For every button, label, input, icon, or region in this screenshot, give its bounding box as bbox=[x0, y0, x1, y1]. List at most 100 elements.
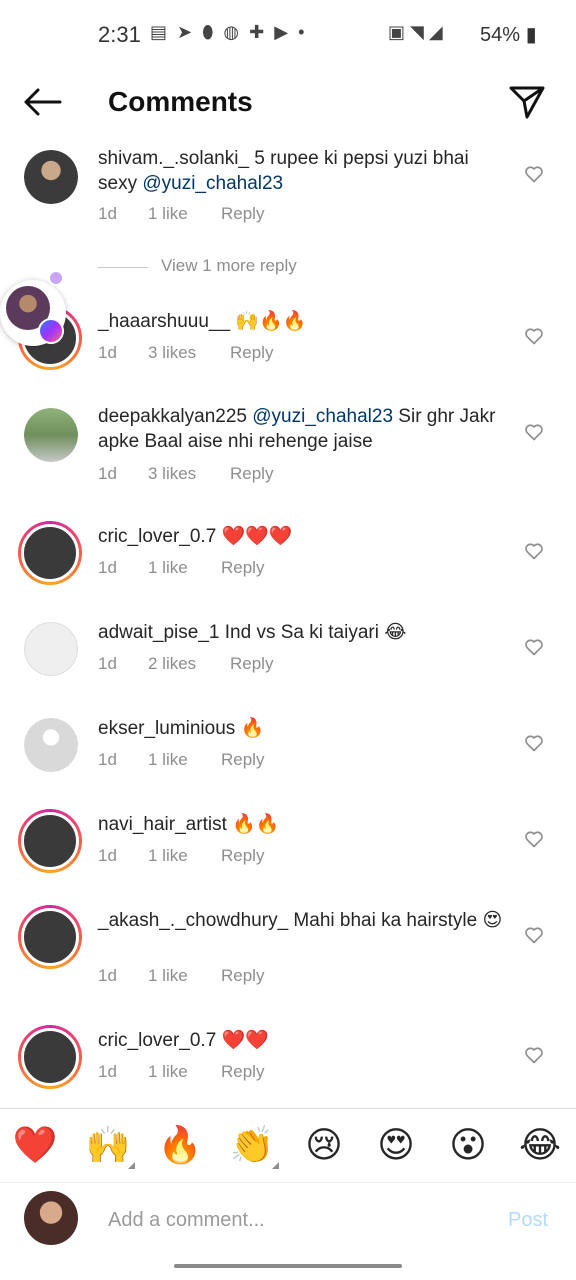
heart-icon[interactable] bbox=[524, 164, 544, 184]
battery-icon: ▮ bbox=[525, 24, 537, 46]
header: Comments bbox=[0, 70, 576, 134]
back-arrow-icon[interactable] bbox=[22, 86, 62, 118]
crying-emoji[interactable]: 😢 bbox=[301, 1123, 347, 1169]
like-count[interactable]: 1 like bbox=[148, 204, 188, 224]
status-bar: 2:31 ▤➤⬮◍✚▶• ▣ ◥ ◢ 54% ▮ bbox=[0, 0, 576, 70]
fire-emoji[interactable]: 🔥 bbox=[157, 1123, 203, 1169]
comment-time: 1d bbox=[98, 750, 117, 769]
heart-eyes-emoji[interactable]: 😍 bbox=[373, 1123, 419, 1169]
comment-time: 1d bbox=[98, 654, 117, 673]
reply-button[interactable]: Reply bbox=[230, 464, 273, 484]
comment-time: 1d bbox=[98, 1062, 117, 1081]
my-avatar bbox=[24, 1191, 78, 1245]
mention-link[interactable]: @yuzi_chahal23 bbox=[252, 406, 393, 427]
swiggy-icon: ⬮ bbox=[202, 22, 224, 42]
like-count[interactable]: 3 likes bbox=[148, 464, 196, 484]
clap-emoji[interactable]: 👏 bbox=[229, 1123, 279, 1169]
add-contact-icon: ✚ bbox=[249, 22, 275, 42]
reply-button[interactable]: Reply bbox=[221, 204, 264, 224]
reply-button[interactable]: Reply bbox=[221, 1062, 264, 1082]
comment-text: cric_lover_0.7 ❤️❤️ bbox=[98, 1030, 269, 1051]
send-icon[interactable] bbox=[508, 84, 546, 120]
reply-button[interactable]: Reply bbox=[221, 750, 264, 770]
heart-emoji[interactable]: ❤️ bbox=[12, 1123, 58, 1169]
comment-text: shivam._.solanki_ 5 rupee ki pepsi yuzi … bbox=[98, 148, 469, 194]
mention-link[interactable]: @yuzi_chahal23 bbox=[142, 173, 283, 194]
reply-button[interactable]: Reply bbox=[221, 966, 264, 986]
avatar[interactable] bbox=[24, 718, 78, 772]
heart-icon[interactable] bbox=[524, 326, 544, 346]
post-button[interactable]: Post bbox=[508, 1209, 548, 1232]
reply-button[interactable]: Reply bbox=[221, 846, 264, 866]
heart-icon[interactable] bbox=[524, 541, 544, 561]
divider-line bbox=[98, 267, 148, 268]
comment-text: navi_hair_artist 🔥🔥 bbox=[98, 814, 280, 835]
like-count[interactable]: 1 like bbox=[148, 1062, 188, 1082]
raised-hands-emoji[interactable]: 🙌 bbox=[85, 1123, 135, 1169]
connectivity-icons: ▣ ◥ ◢ bbox=[388, 22, 443, 43]
like-count[interactable]: 3 likes bbox=[148, 343, 196, 363]
wifi-icon: ◥ bbox=[410, 22, 424, 42]
app-icon: ◍ bbox=[223, 22, 250, 42]
comment-username[interactable]: shivam._.solanki_ bbox=[98, 148, 249, 169]
avatar[interactable] bbox=[18, 521, 82, 585]
notification-icons: ▤➤⬮◍✚▶• bbox=[150, 22, 314, 43]
comment-username[interactable]: _akash_._chowdhury_ bbox=[98, 910, 288, 931]
comment-text: cric_lover_0.7 ❤️❤️❤️ bbox=[98, 526, 293, 547]
like-count[interactable]: 1 like bbox=[148, 558, 188, 578]
heart-icon[interactable] bbox=[524, 422, 544, 442]
comment-text: adwait_pise_1 Ind vs Sa ki taiyari 😂 bbox=[98, 622, 407, 643]
avatar[interactable] bbox=[24, 622, 78, 676]
reply-button[interactable]: Reply bbox=[230, 343, 273, 363]
comments-list[interactable]: shivam._.solanki_ 5 rupee ki pepsi yuzi … bbox=[0, 138, 576, 1108]
notification-dot bbox=[48, 270, 64, 286]
battery-level: 54% ▮ bbox=[480, 24, 537, 46]
heart-icon[interactable] bbox=[524, 1045, 544, 1065]
comment-username[interactable]: deepakkalyan225 bbox=[98, 406, 247, 427]
telegram-icon: ➤ bbox=[177, 22, 203, 42]
comment-username[interactable]: adwait_pise_1 bbox=[98, 622, 219, 643]
like-count[interactable]: 1 like bbox=[148, 750, 188, 770]
comment-input[interactable] bbox=[108, 1205, 488, 1235]
reply-button[interactable]: Reply bbox=[230, 654, 273, 674]
heart-icon[interactable] bbox=[524, 637, 544, 657]
comment-text: ekser_luminious 🔥 bbox=[98, 718, 265, 739]
like-count[interactable]: 1 like bbox=[148, 846, 188, 866]
dot-icon: • bbox=[298, 22, 315, 42]
comment-username[interactable]: ekser_luminious bbox=[98, 718, 235, 739]
signal-icon: ◢ bbox=[428, 22, 443, 42]
avatar[interactable] bbox=[18, 1025, 82, 1089]
news-icon: ▤ bbox=[150, 22, 178, 42]
messenger-icon bbox=[38, 318, 64, 344]
heart-icon[interactable] bbox=[524, 829, 544, 849]
heart-icon[interactable] bbox=[524, 733, 544, 753]
page-title: Comments bbox=[108, 86, 253, 117]
avatar[interactable] bbox=[24, 408, 78, 462]
like-count[interactable]: 2 likes bbox=[148, 654, 196, 674]
like-count[interactable]: 1 like bbox=[148, 966, 188, 986]
comment-username[interactable]: _haaarshuuu__ bbox=[98, 311, 230, 332]
chat-head-bubble[interactable] bbox=[0, 270, 76, 350]
comment-text: deepakkalyan225 @yuzi_chahal23 Sir ghr J… bbox=[98, 406, 496, 452]
heart-icon[interactable] bbox=[524, 925, 544, 945]
laughing-emoji[interactable]: 😂 bbox=[517, 1123, 563, 1169]
comment-username[interactable]: navi_hair_artist bbox=[98, 814, 227, 835]
comment-text: _haaarshuuu__ 🙌🔥🔥 bbox=[98, 311, 307, 332]
comment-composer: Post bbox=[0, 1182, 576, 1258]
comment-time: 1d bbox=[98, 464, 117, 483]
comment-username[interactable]: cric_lover_0.7 bbox=[98, 1030, 216, 1051]
avatar[interactable] bbox=[18, 905, 82, 969]
avatar[interactable] bbox=[24, 150, 78, 204]
comment-time: 1d bbox=[98, 966, 117, 985]
volte-icon: ▣ bbox=[388, 22, 406, 42]
comment-username[interactable]: cric_lover_0.7 bbox=[98, 526, 216, 547]
comment-time: 1d bbox=[98, 204, 117, 223]
comment-time: 1d bbox=[98, 846, 117, 865]
avatar[interactable] bbox=[18, 809, 82, 873]
emoji-quick-bar: ❤️ 🙌 🔥 👏 😢 😍 😮 😂 bbox=[0, 1108, 576, 1182]
home-indicator[interactable] bbox=[174, 1264, 402, 1268]
youtube-icon: ▶ bbox=[274, 22, 299, 42]
reply-button[interactable]: Reply bbox=[221, 558, 264, 578]
surprised-emoji[interactable]: 😮 bbox=[445, 1123, 491, 1169]
comment-text: _akash_._chowdhury_ Mahi bhai ka hairsty… bbox=[98, 910, 503, 931]
